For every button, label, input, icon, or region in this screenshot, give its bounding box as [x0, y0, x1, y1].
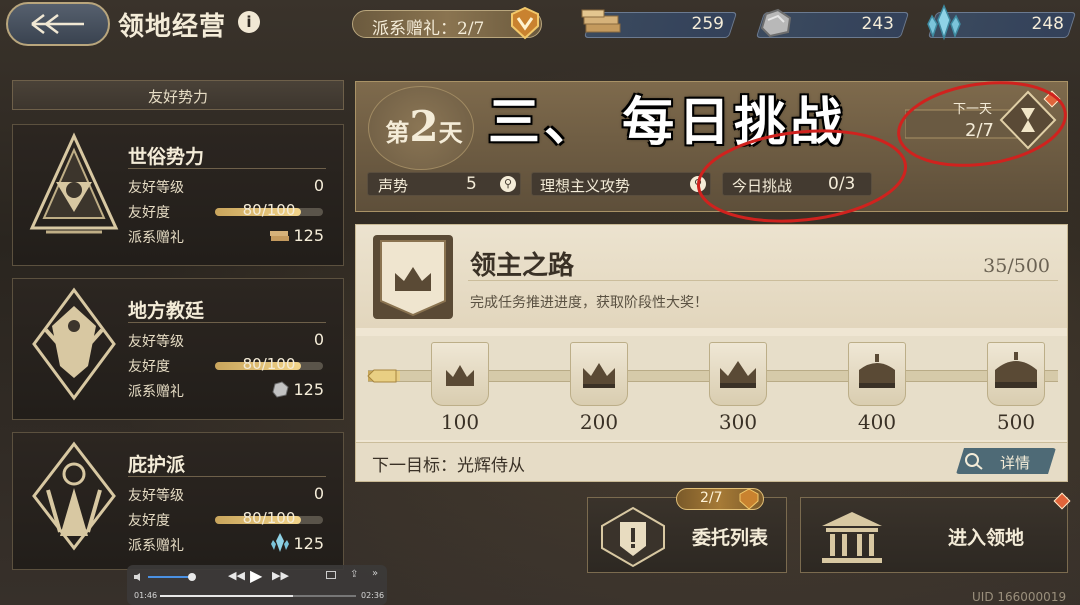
- level-label: 友好等级: [128, 334, 184, 350]
- divider: [468, 280, 1058, 281]
- lord-road-progress: 35/500: [983, 255, 1050, 277]
- more-icon[interactable]: »: [372, 568, 378, 579]
- progress-pointer-icon: [367, 369, 397, 383]
- crown-icon: [380, 240, 446, 317]
- details-label: 详情: [1000, 454, 1031, 472]
- friendship-label: 友好度: [128, 359, 170, 375]
- page-title: 领地经营: [118, 12, 227, 42]
- gift-badge-icon: [739, 488, 759, 510]
- friendship-label: 友好度: [128, 205, 170, 221]
- resource-ore-value: 243: [861, 14, 894, 34]
- day-label: 第2天: [385, 102, 463, 151]
- faction-section-title: 友好势力: [147, 88, 208, 106]
- stat-label: 声势: [378, 177, 409, 195]
- divider: [128, 476, 326, 477]
- milestone-label: 100: [440, 410, 480, 434]
- level-value: 0: [313, 176, 324, 195]
- crystal-icon: [271, 533, 289, 552]
- crown-icon: [995, 352, 1037, 388]
- annotation-marks: [696, 81, 1067, 223]
- level-label: 友好等级: [128, 180, 184, 196]
- info-icon[interactable]: i: [238, 11, 260, 33]
- play-icon[interactable]: ▶: [250, 566, 262, 585]
- gift-value: 125: [293, 226, 324, 245]
- faction-name: 庇护派: [128, 454, 186, 476]
- crown-icon: [446, 365, 474, 386]
- protector-emblem-icon: [32, 441, 116, 551]
- friendship-value: 80/100: [242, 509, 296, 527]
- commission-list-label: 委托列表: [692, 527, 769, 549]
- video-elapsed-time: 01:46: [134, 591, 158, 600]
- search-icon: [965, 453, 983, 470]
- gift-value: 125: [293, 534, 324, 553]
- lord-road-title: 领主之路: [470, 251, 575, 281]
- gift-label: 派系赠礼: [128, 538, 184, 554]
- search-icon[interactable]: ⚲: [500, 176, 516, 192]
- friendship-value: 80/100: [242, 201, 296, 219]
- friendship-label: 友好度: [128, 513, 170, 529]
- milestone-label: 200: [579, 410, 619, 434]
- faction-name: 世俗势力: [128, 146, 205, 168]
- lord-road-description: 完成任务推进进度，获取阶段性大奖！: [470, 295, 708, 311]
- wood-planks-icon: [581, 9, 621, 33]
- video-total-time: 02:36: [361, 591, 385, 600]
- level-value: 0: [313, 330, 324, 349]
- milestone-label: 500: [996, 410, 1036, 434]
- gift-label: 派系赠礼: [128, 384, 184, 400]
- volume-knob[interactable]: [188, 573, 196, 581]
- next-target-text: 下一目标：光辉侍从: [372, 456, 525, 476]
- resource-wood-value: 259: [691, 14, 724, 34]
- back-button[interactable]: [6, 2, 110, 46]
- picture-in-picture-icon[interactable]: [326, 571, 336, 579]
- commission-icon: [601, 506, 665, 568]
- crystal-icon: [927, 4, 961, 41]
- stat-value: 5: [466, 174, 477, 194]
- crown-icon: [859, 354, 895, 388]
- lord-badge: [373, 235, 453, 319]
- resource-crystal-value: 248: [1031, 14, 1064, 34]
- divider: [128, 168, 326, 169]
- rewind-icon[interactable]: ◀◀: [228, 569, 245, 582]
- volume-slider[interactable]: [148, 576, 192, 578]
- wood-planks-icon: [270, 231, 289, 241]
- building-icon: [822, 512, 882, 563]
- ore-rock-icon: [760, 8, 792, 38]
- volume-icon[interactable]: [133, 572, 145, 582]
- divider: [128, 322, 326, 323]
- share-icon[interactable]: ⇪: [350, 569, 358, 580]
- back-arrow-icon: [31, 14, 84, 34]
- level-label: 友好等级: [128, 488, 184, 504]
- church-emblem-icon: [32, 287, 116, 401]
- milestone-label: 400: [857, 410, 897, 434]
- video-scrubber[interactable]: [160, 595, 356, 597]
- secular-emblem-icon: [29, 132, 119, 234]
- user-id: UID 166000019: [972, 590, 1067, 604]
- level-value: 0: [313, 484, 324, 503]
- faction-gift-label: 派系赠礼：2/7: [372, 19, 485, 39]
- gift-value: 125: [293, 380, 324, 399]
- fast-forward-icon[interactable]: ▶▶: [272, 569, 289, 582]
- crown-icon: [583, 363, 615, 388]
- enter-territory-label: 进入领地: [948, 527, 1025, 549]
- milestone-label: 300: [718, 410, 758, 434]
- gift-label: 派系赠礼: [128, 230, 184, 246]
- commission-badge-value: 2/7: [700, 490, 723, 506]
- stat-label: 理想主义攻势: [540, 177, 631, 195]
- gift-badge-icon: [511, 6, 539, 40]
- crown-icon: [720, 361, 756, 388]
- faction-name: 地方教廷: [128, 300, 205, 322]
- friendship-value: 80/100: [242, 355, 296, 373]
- ore-rock-icon: [272, 381, 289, 398]
